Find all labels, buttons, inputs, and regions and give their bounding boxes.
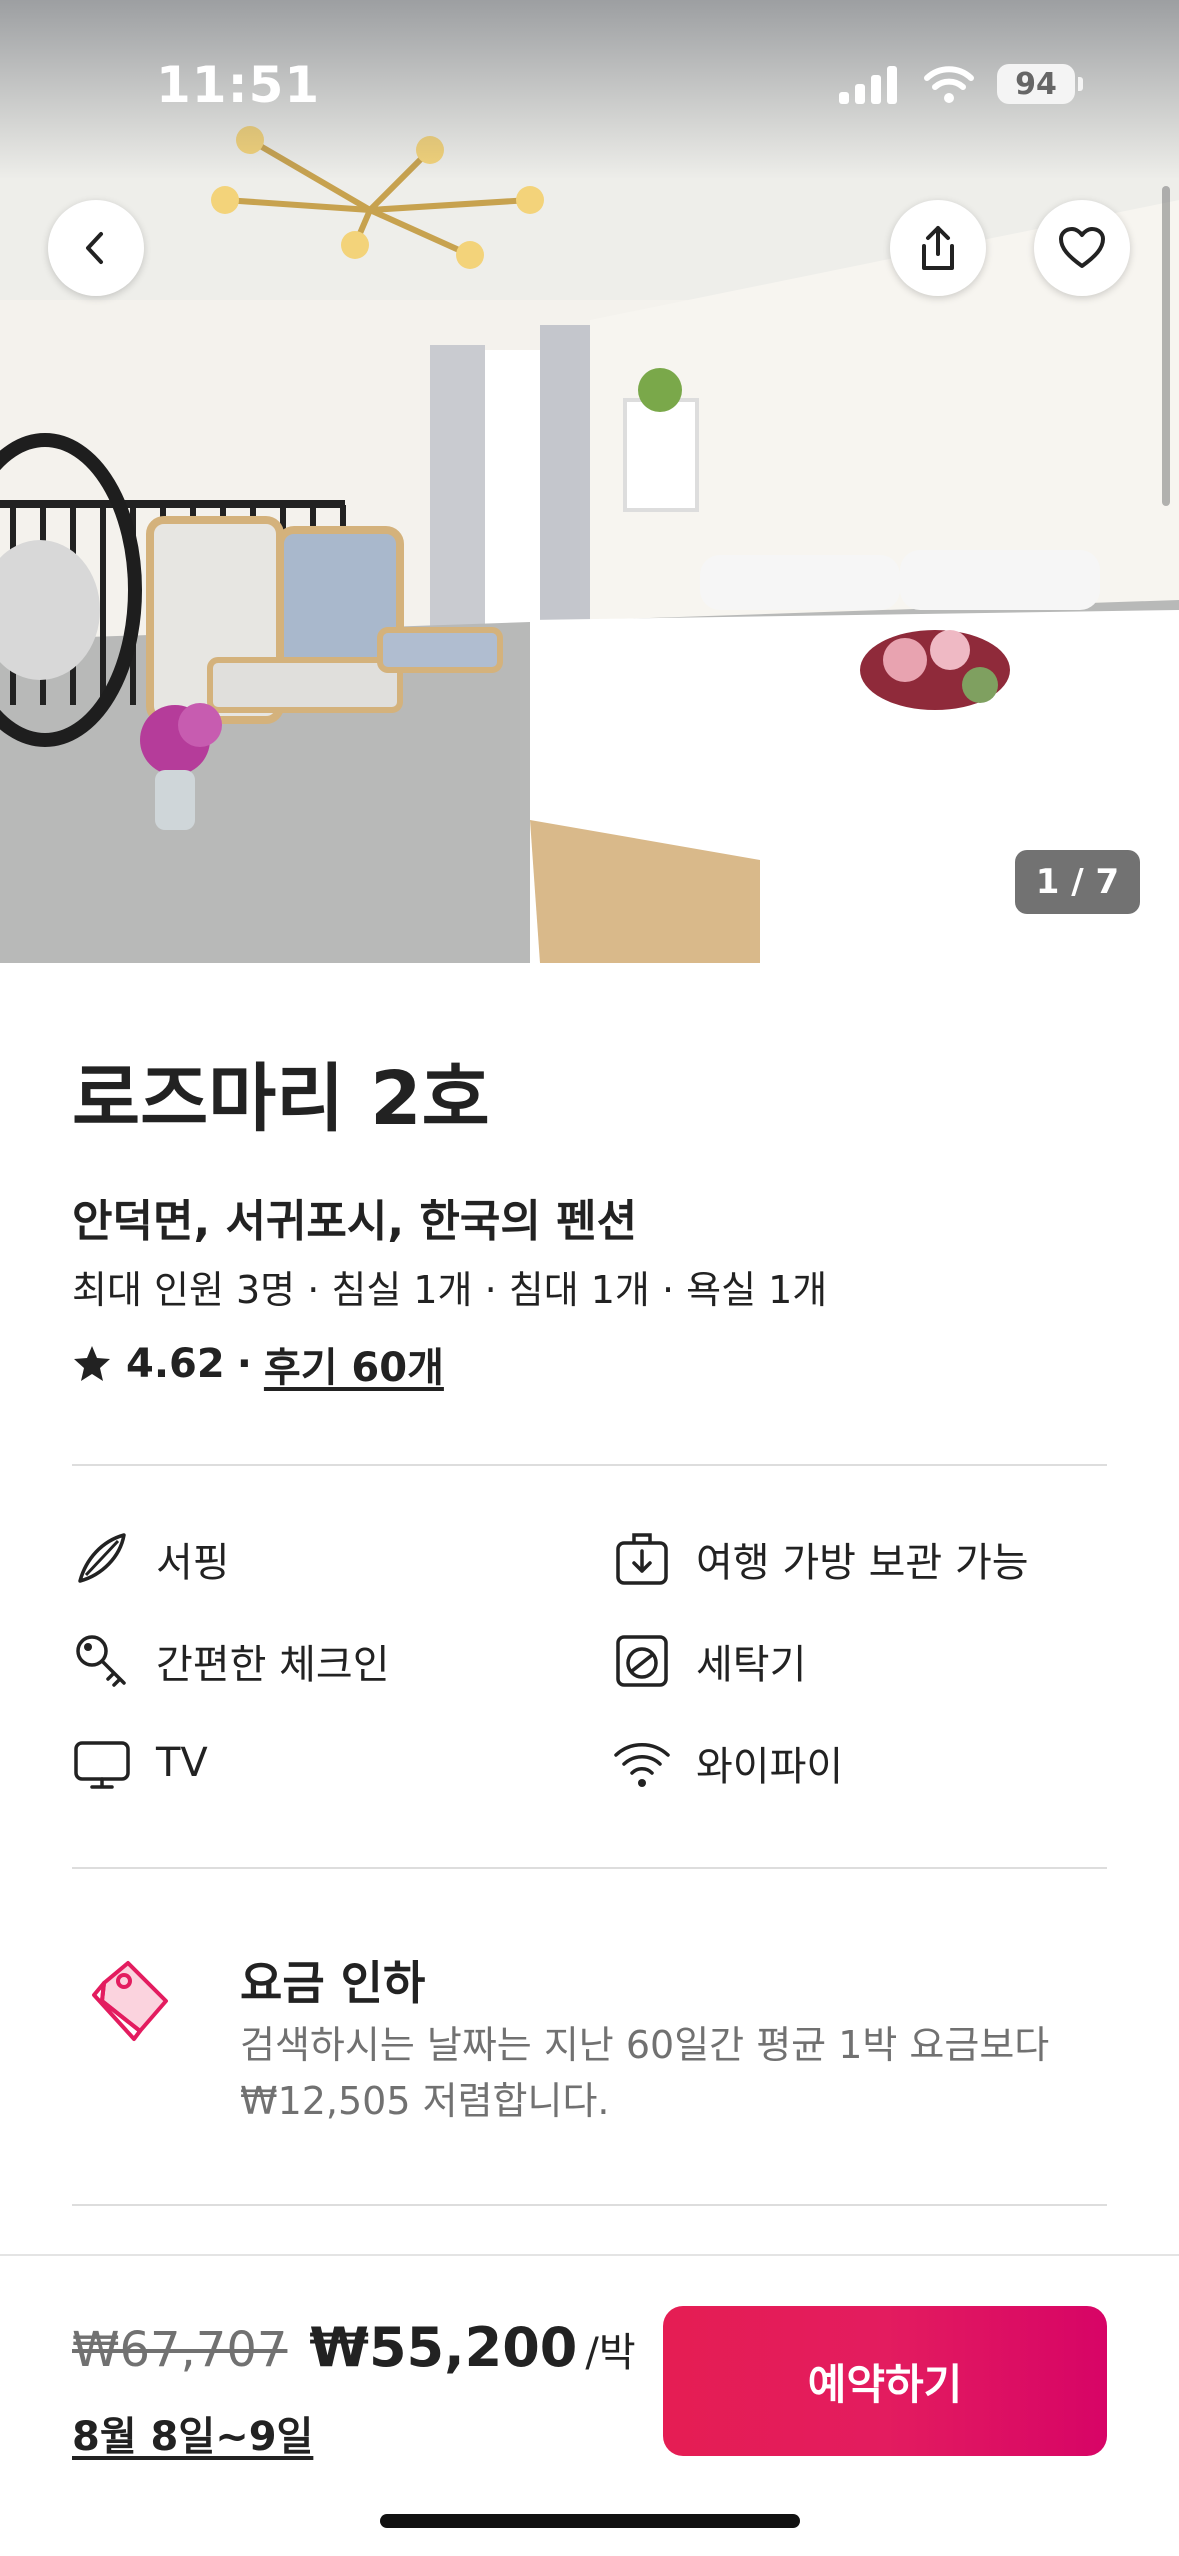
scroll-indicator	[1162, 186, 1170, 506]
amenity-tv: TV	[72, 1733, 208, 1793]
amenity-luggage: 여행 가방 보관 가능	[612, 1529, 1029, 1589]
promo-icon	[82, 1953, 182, 2057]
listing-title: 로즈마리 2호	[72, 1056, 490, 1142]
share-icon	[922, 226, 954, 270]
wifi-status-icon	[924, 66, 974, 103]
room-photo	[0, 0, 1179, 963]
signal-icon	[839, 66, 897, 104]
wifi-icon	[614, 1742, 670, 1787]
amenity-surfing: 서핑	[72, 1529, 230, 1589]
booking-dates[interactable]: 8월 8일~9일	[72, 2404, 313, 2462]
save-wishlist-button[interactable]	[1034, 200, 1130, 296]
rating-value: 4.62	[126, 1341, 225, 1387]
luggage-icon	[616, 1533, 668, 1585]
amenity-self-checkin: 간편한 체크인	[72, 1631, 390, 1691]
chevron-left-icon	[86, 232, 103, 264]
washer-icon	[616, 1635, 668, 1687]
reviews-link[interactable]: 후기 60개	[264, 1335, 444, 1393]
share-button[interactable]	[890, 200, 986, 296]
promo-title: 요금 인하	[240, 1956, 426, 2010]
divider	[72, 1867, 1107, 1869]
discounted-price: ₩55,200	[309, 2316, 578, 2379]
listing-subtitle: 안덕면, 서귀포시, 한국의 펜션	[72, 1196, 638, 1247]
promo-description: 검색하시는 날짜는 지난 60일간 평균 1박 요금보다 ₩12,505 저렴합…	[240, 2023, 1050, 2123]
rating-separator: ·	[236, 1341, 252, 1387]
status-icons: 94	[839, 64, 1083, 104]
key-icon	[76, 1635, 126, 1687]
heart-icon	[1059, 227, 1105, 268]
star-icon	[74, 1346, 110, 1381]
price-row: ₩67,707 ₩55,200 /박	[72, 2316, 636, 2379]
amenity-washer: 세탁기	[612, 1631, 806, 1691]
amenity-wifi: 와이파이	[612, 1733, 843, 1793]
status-time: 11:51	[156, 56, 321, 114]
home-indicator	[380, 2514, 800, 2528]
rating-row: 4.62 · 후기 60개	[72, 1335, 444, 1393]
per-night-label: /박	[585, 2330, 636, 2376]
original-price: ₩67,707	[72, 2322, 288, 2378]
photo-counter: 1 / 7	[1015, 850, 1140, 914]
divider	[72, 2204, 1107, 2206]
surfboard-icon	[78, 1533, 126, 1583]
listing-photo[interactable]: 11:51 94 1 / 7	[0, 0, 1179, 963]
listing-details: 최대 인원 3명 · 침실 1개 · 침대 1개 · 욕실 1개	[72, 1268, 828, 1312]
reserve-button[interactable]: 예약하기	[663, 2306, 1107, 2456]
tv-icon	[74, 1741, 130, 1789]
battery-indicator: 94	[997, 64, 1083, 104]
price-tag-icon	[92, 1961, 168, 2041]
divider	[72, 1464, 1107, 1466]
booking-bar: ₩67,707 ₩55,200 /박 8월 8일~9일 예약하기	[0, 2254, 1179, 2556]
back-button[interactable]	[48, 200, 144, 296]
